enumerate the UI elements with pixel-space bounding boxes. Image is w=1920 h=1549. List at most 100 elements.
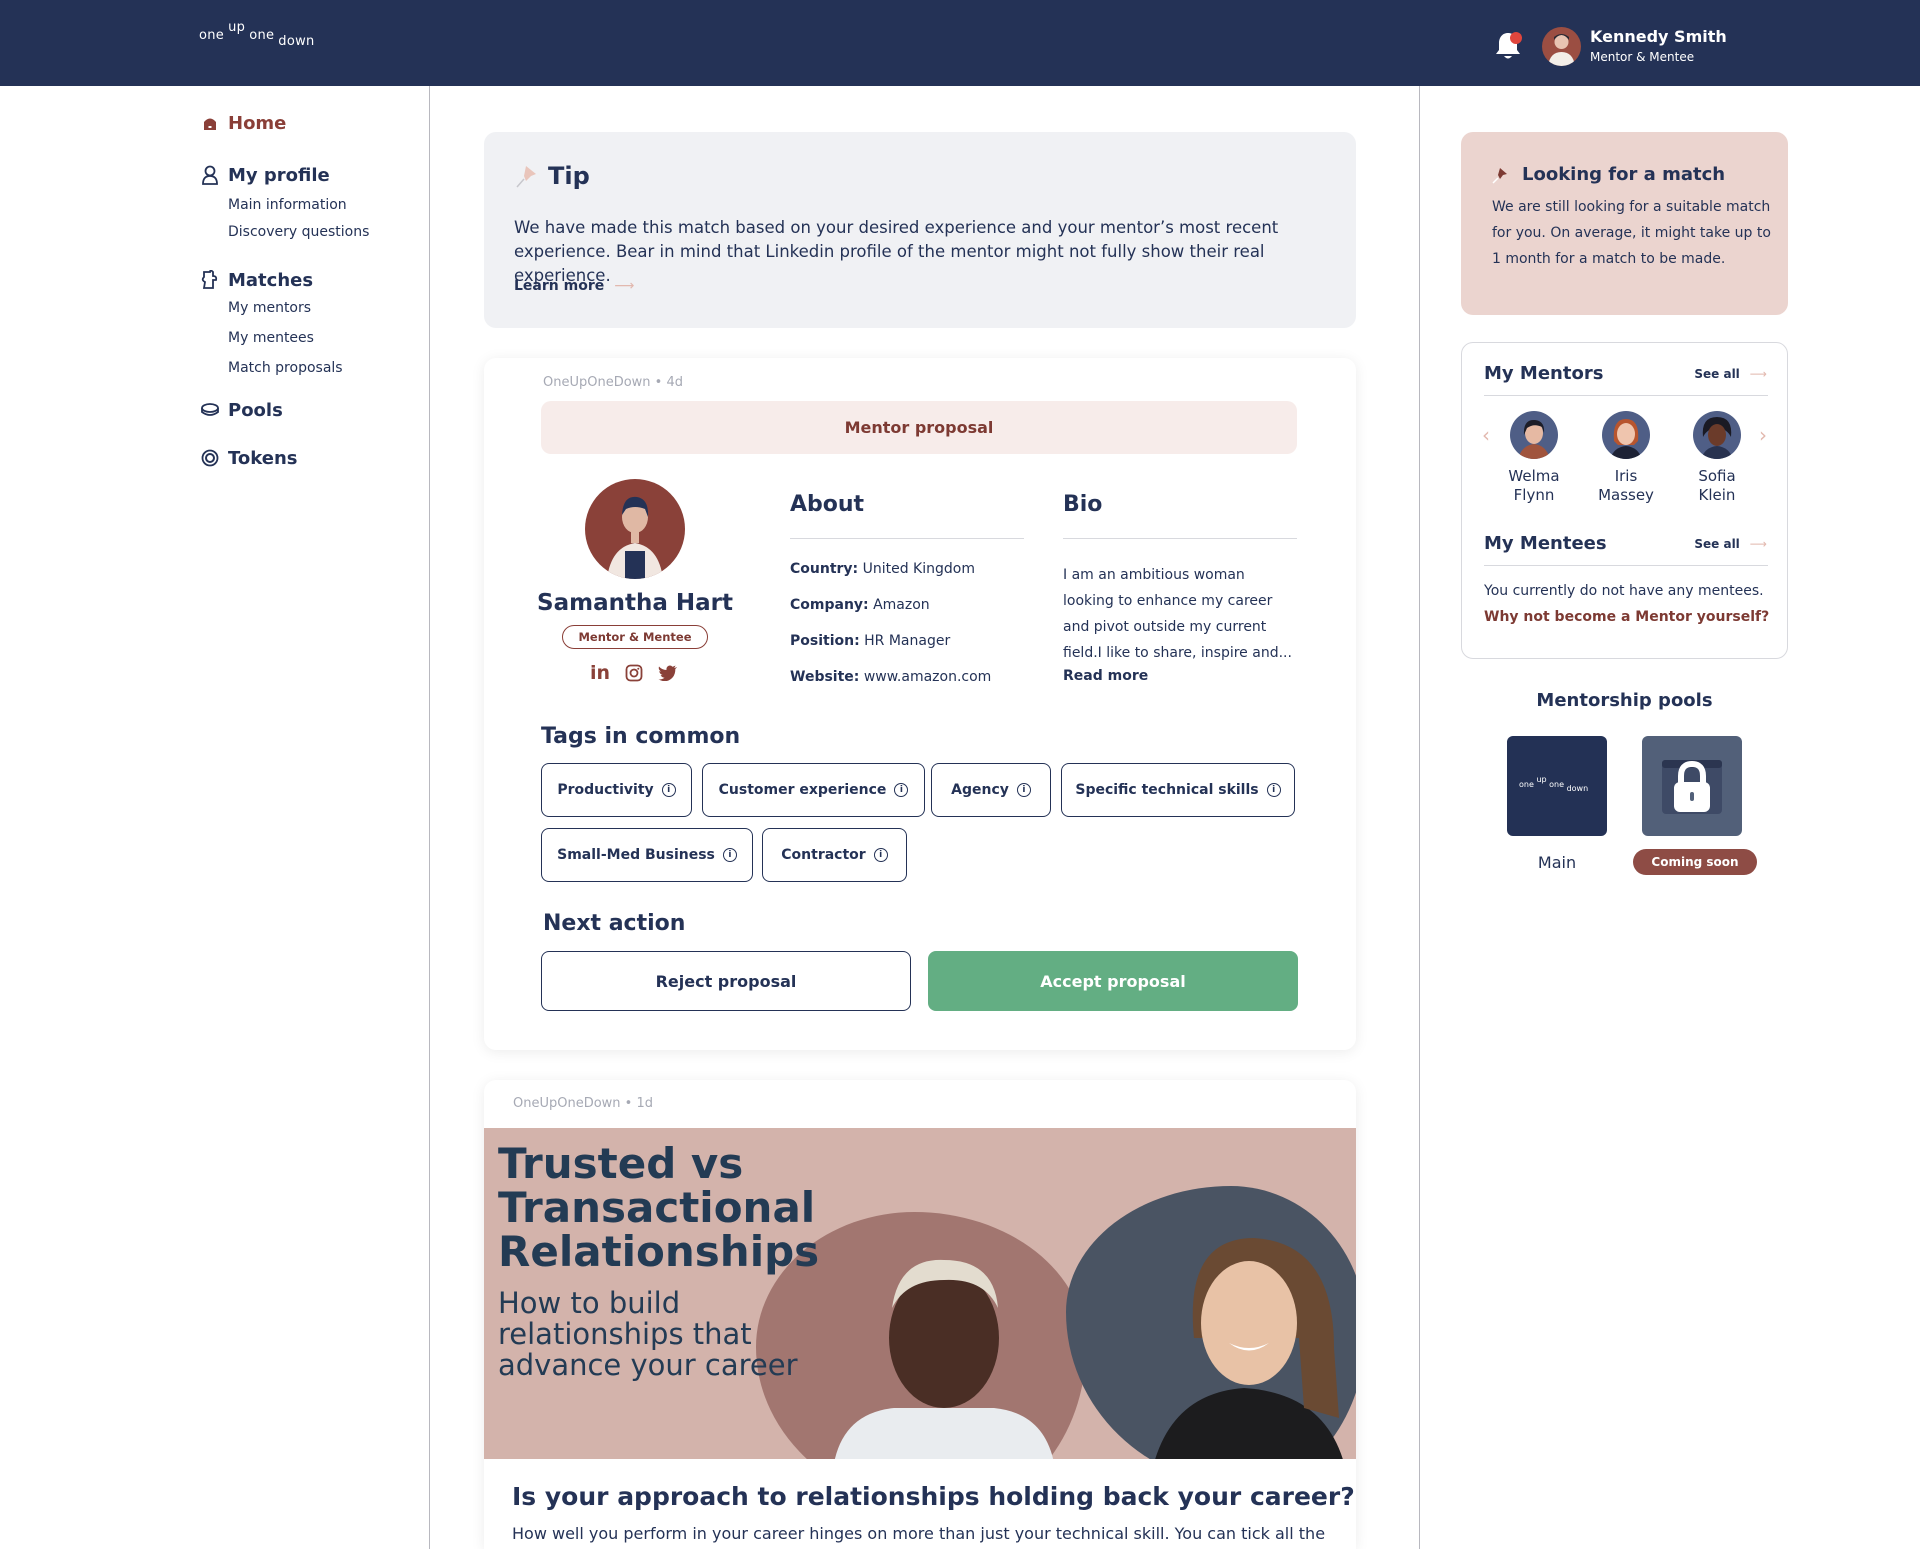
avatar[interactable] bbox=[1542, 27, 1581, 66]
about-label: Website: bbox=[790, 669, 860, 685]
linkedin-icon[interactable]: in bbox=[589, 662, 611, 684]
pool-main-tile[interactable]: one up one down bbox=[1507, 736, 1607, 836]
sidebar-subitem-match-proposals[interactable]: Match proposals bbox=[200, 353, 420, 383]
image-subtitle-line: advance your career bbox=[498, 1348, 798, 1382]
chevron-right-icon[interactable]: › bbox=[1759, 423, 1767, 447]
sidebar-nav: Home My profile Main information Discove… bbox=[200, 110, 420, 471]
article-image-title: Trusted vs Transactional Relationships bbox=[498, 1142, 819, 1274]
tag-label: Contractor bbox=[781, 847, 866, 863]
info-icon[interactable]: i bbox=[722, 848, 737, 862]
mentorship-pools-heading: Mentorship pools bbox=[1536, 690, 1713, 711]
mentor-name: Iris Massey bbox=[1586, 467, 1666, 505]
article-heading[interactable]: Is your approach to relationships holdin… bbox=[512, 1482, 1355, 1511]
sidebar-subitem-discovery-questions[interactable]: Discovery questions bbox=[200, 217, 420, 247]
sidebar-item-label: Tokens bbox=[228, 447, 298, 469]
sidebar-subitem-main-information[interactable]: Main information bbox=[200, 190, 420, 220]
sidebar-item-label: Pools bbox=[228, 399, 283, 421]
tip-text: We have made this match based on your de… bbox=[514, 218, 1279, 285]
social-links: in bbox=[589, 662, 679, 684]
sidebar-subitem-my-mentors[interactable]: My mentors bbox=[200, 293, 420, 323]
tag-label: Specific technical skills bbox=[1075, 782, 1259, 798]
about-divider bbox=[790, 538, 1024, 539]
sidebar-item-pools[interactable]: Pools bbox=[200, 397, 420, 423]
mentor-item[interactable]: Welma Flynn bbox=[1494, 411, 1574, 505]
tag-chip[interactable]: Small-Med Business i bbox=[541, 828, 753, 882]
see-all-mentors-link[interactable]: See all ⟶ bbox=[1694, 367, 1767, 381]
accept-proposal-button[interactable]: Accept proposal bbox=[928, 951, 1298, 1011]
about-label: Position: bbox=[790, 633, 860, 649]
become-mentor-link[interactable]: Why not become a Mentor yourself? bbox=[1484, 609, 1769, 625]
see-all-label: See all bbox=[1694, 537, 1740, 551]
pushpin-icon bbox=[516, 166, 536, 188]
learn-more-link[interactable]: Learn more ⟶ bbox=[514, 278, 634, 294]
tag-label: Productivity bbox=[557, 782, 654, 798]
person-photo-left bbox=[835, 1259, 1053, 1459]
about-value: HR Manager bbox=[864, 633, 951, 649]
logo-word: down bbox=[278, 34, 315, 49]
tag-label: Agency bbox=[951, 782, 1009, 798]
pool-locked-tile bbox=[1642, 736, 1742, 836]
logo[interactable]: oneupone down bbox=[199, 20, 319, 49]
arrow-right-icon: ⟶ bbox=[1749, 367, 1767, 381]
tip-title: Tip bbox=[548, 162, 590, 190]
tag-chip[interactable]: Customer experience i bbox=[702, 763, 925, 817]
instagram-icon[interactable] bbox=[623, 662, 645, 684]
see-all-label: See all bbox=[1694, 367, 1740, 381]
my-mentors-heading: My Mentors bbox=[1484, 363, 1604, 384]
about-label: Country: bbox=[790, 561, 859, 577]
puzzle-icon bbox=[200, 270, 220, 290]
info-icon[interactable]: i bbox=[894, 783, 909, 797]
sidebar-subitem-my-mentees[interactable]: My mentees bbox=[200, 323, 420, 353]
article-card[interactable]: OneUpOneDown • 1d Trusted vs Transaction… bbox=[484, 1080, 1356, 1549]
mentor-first-name: Welma bbox=[1508, 467, 1560, 485]
article-image[interactable]: Trusted vs Transactional Relationships H… bbox=[484, 1128, 1356, 1459]
info-icon[interactable]: i bbox=[661, 783, 676, 797]
info-icon[interactable]: i bbox=[1266, 783, 1281, 797]
about-company: Company: Amazon bbox=[790, 597, 930, 613]
sidebar-item-home[interactable]: Home bbox=[200, 110, 420, 136]
divider bbox=[1484, 565, 1768, 566]
profile-summary: Samantha Hart Mentor & Mentee in bbox=[484, 358, 786, 698]
about-value[interactable]: www.amazon.com bbox=[864, 669, 991, 685]
info-icon[interactable]: i bbox=[1016, 783, 1031, 797]
mentors-mentees-panel: My Mentors See all ⟶ ‹ Welma Flynn Iris Mas… bbox=[1461, 342, 1788, 659]
logo: one up one down bbox=[1519, 775, 1588, 793]
tag-chip[interactable]: Agency i bbox=[931, 763, 1051, 817]
coming-soon-badge: Coming soon bbox=[1633, 849, 1757, 875]
image-title-line: Relationships bbox=[498, 1227, 820, 1276]
tag-chip[interactable]: Specific technical skills i bbox=[1061, 763, 1295, 817]
sidebar-item-matches[interactable]: Matches bbox=[200, 267, 420, 293]
twitter-icon[interactable] bbox=[657, 662, 679, 684]
lock-icon bbox=[1662, 760, 1722, 814]
learn-more-label: Learn more bbox=[514, 278, 605, 294]
user-name[interactable]: Kennedy Smith bbox=[1590, 27, 1727, 46]
chevron-left-icon[interactable]: ‹ bbox=[1482, 423, 1490, 447]
about-label: Company: bbox=[790, 597, 869, 613]
next-action-heading: Next action bbox=[543, 911, 686, 936]
mentor-item[interactable]: Sofia Klein bbox=[1677, 411, 1757, 505]
sidebar-item-label: My profile bbox=[228, 164, 330, 186]
sidebar-item-tokens[interactable]: Tokens bbox=[200, 445, 420, 471]
user-icon bbox=[200, 165, 220, 185]
pushpin-icon bbox=[1492, 168, 1507, 184]
notification-dot bbox=[1510, 32, 1522, 44]
read-more-link[interactable]: Read more bbox=[1063, 668, 1148, 684]
see-all-mentees-link[interactable]: See all ⟶ bbox=[1694, 537, 1767, 551]
mentor-avatar bbox=[1693, 411, 1741, 459]
tag-chip[interactable]: Productivity i bbox=[541, 763, 692, 817]
tag-chip[interactable]: Contractor i bbox=[762, 828, 907, 882]
mentor-item[interactable]: Iris Massey bbox=[1586, 411, 1666, 505]
sidebar-item-my-profile[interactable]: My profile bbox=[200, 162, 420, 188]
tag-label: Customer experience bbox=[718, 782, 887, 798]
image-subtitle-line: How to build bbox=[498, 1286, 681, 1320]
profile-avatar[interactable] bbox=[585, 479, 685, 579]
divider bbox=[1484, 395, 1768, 396]
reject-proposal-button[interactable]: Reject proposal bbox=[541, 951, 911, 1011]
sidebar-item-label: Matches bbox=[228, 269, 314, 291]
role-badge: Mentor & Mentee bbox=[562, 625, 708, 649]
match-text: We are still looking for a suitable matc… bbox=[1492, 199, 1771, 267]
info-icon[interactable]: i bbox=[873, 848, 888, 862]
person-photo-right bbox=[1155, 1238, 1343, 1459]
image-title-line: Transactional bbox=[498, 1183, 816, 1232]
mentor-avatar bbox=[1602, 411, 1650, 459]
